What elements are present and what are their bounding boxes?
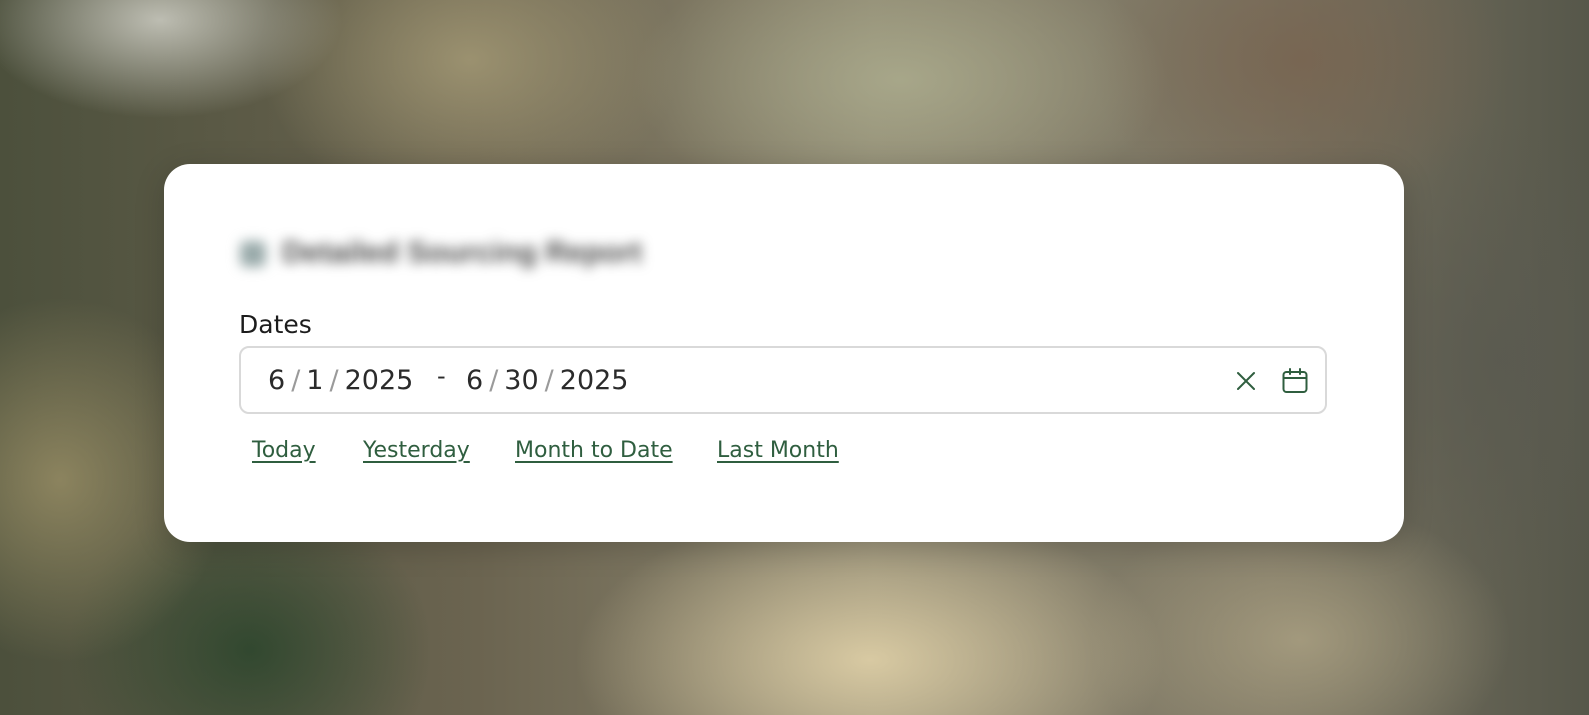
clear-button[interactable] xyxy=(1231,366,1261,396)
start-year[interactable]: 2025 xyxy=(345,365,414,396)
date-range-input[interactable]: 6/1/2025 - 6/30/2025 xyxy=(239,346,1327,414)
calendar-icon xyxy=(1282,368,1308,393)
end-date-input[interactable]: 6/30/2025 xyxy=(466,366,628,396)
quick-range-last-month[interactable]: Last Month xyxy=(717,438,839,463)
dates-label: Dates xyxy=(239,310,312,339)
end-day[interactable]: 30 xyxy=(504,365,538,396)
start-day[interactable]: 1 xyxy=(306,365,323,396)
end-year[interactable]: 2025 xyxy=(560,365,629,396)
quick-range-yesterday[interactable]: Yesterday xyxy=(363,438,470,463)
date-separator: / xyxy=(329,365,339,396)
date-separator: / xyxy=(544,365,554,396)
date-separator: / xyxy=(291,365,301,396)
close-icon xyxy=(1237,372,1255,390)
start-date-input[interactable]: 6/1/2025 xyxy=(268,366,413,396)
calendar-button[interactable] xyxy=(1280,366,1310,396)
end-month[interactable]: 6 xyxy=(466,365,483,396)
date-separator: / xyxy=(489,365,499,396)
quick-range-month-to-date[interactable]: Month to Date xyxy=(515,438,673,463)
date-range-dialog: Detailed Sourcing Report Dates 6/1/2025 … xyxy=(164,164,1404,542)
quick-range-today[interactable]: Today xyxy=(252,438,316,463)
dialog-title-blurred: Detailed Sourcing Report xyxy=(240,236,642,270)
range-separator: - xyxy=(437,362,446,390)
report-icon xyxy=(240,241,266,268)
start-month[interactable]: 6 xyxy=(268,365,285,396)
